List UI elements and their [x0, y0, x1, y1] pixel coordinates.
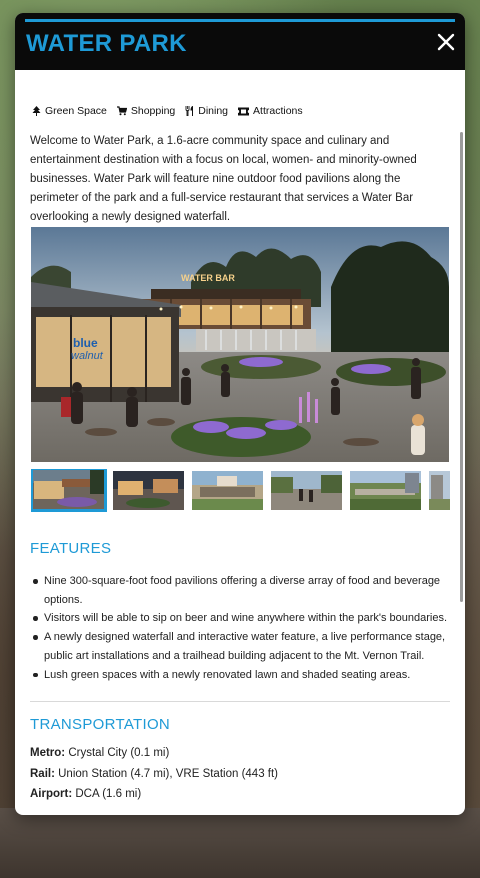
modal-title: WATER PARK: [26, 30, 187, 57]
water-bar-sign: WATER BAR: [181, 273, 235, 283]
kiosk-sign-line2: walnut: [71, 350, 104, 362]
transport-label: Metro:: [30, 747, 66, 759]
list-item: Visitors will be able to sip on beer and…: [30, 609, 455, 628]
transport-value: Union Station (4.7 mi), VRE Station (443…: [58, 767, 279, 780]
thumbnail-4[interactable]: [271, 471, 342, 510]
location-modal: WATER PARK Green Space Shopping Dining A…: [15, 13, 465, 815]
transport-row-metro: Metro: Crystal City (0.1 mi): [30, 743, 278, 764]
transport-label: Airport:: [30, 788, 73, 800]
transport-value: DCA (1.6 mi): [75, 788, 142, 800]
close-icon: [437, 33, 455, 51]
category-tags: Green Space Shopping Dining Attractions: [32, 105, 303, 117]
features-list: Nine 300-square-foot food pavilions offe…: [30, 572, 455, 684]
category-label: Dining: [198, 105, 229, 117]
divider: [30, 701, 450, 702]
thumbnail-6[interactable]: [429, 471, 450, 510]
thumbnail-1[interactable]: [31, 469, 107, 512]
main-gallery-image: WATER BAR blue walnut: [31, 227, 449, 462]
transport-row-airport: Airport: DCA (1.6 mi): [30, 784, 278, 805]
category-green-space: Green Space: [32, 105, 107, 117]
scrollbar[interactable]: [460, 132, 463, 602]
thumbnail-strip: [31, 469, 450, 516]
category-label: Green Space: [45, 105, 107, 117]
intro-text: Welcome to Water Park, a 1.6-acre commun…: [30, 135, 417, 223]
kiosk-sign-line1: blue: [73, 336, 98, 350]
list-item: A newly designed waterfall and interacti…: [30, 628, 455, 665]
features-title: FEATURES: [30, 540, 112, 557]
ticket-icon: [238, 107, 250, 115]
utensils-icon: [185, 106, 194, 116]
category-shopping: Shopping: [116, 105, 176, 117]
thumbnail-5[interactable]: [350, 471, 421, 510]
thumbnail-2[interactable]: [113, 471, 184, 510]
transportation-info: Metro: Crystal City (0.1 mi) Rail: Union…: [30, 743, 278, 805]
cart-icon: [116, 106, 127, 116]
list-item: Nine 300-square-foot food pavilions offe…: [30, 572, 455, 609]
modal-body[interactable]: Green Space Shopping Dining Attractions …: [15, 70, 465, 815]
tree-icon: [32, 106, 41, 116]
transport-row-rail: Rail: Union Station (4.7 mi), VRE Statio…: [30, 764, 278, 785]
category-label: Shopping: [130, 105, 176, 117]
header-accent-line: [25, 19, 455, 22]
transport-value: Crystal City (0.1 mi): [68, 747, 170, 759]
background-ground: [0, 808, 480, 878]
close-button[interactable]: [435, 31, 457, 53]
transportation-title: TRANSPORTATION: [30, 716, 171, 733]
category-attractions: Attractions: [238, 105, 303, 117]
category-dining: Dining: [185, 105, 228, 117]
category-label: Attractions: [253, 105, 303, 117]
thumbnail-3[interactable]: [192, 471, 263, 510]
modal-header: WATER PARK: [15, 13, 465, 70]
list-item: Lush green spaces with a newly renovated…: [30, 666, 455, 685]
transport-label: Rail:: [30, 767, 55, 780]
